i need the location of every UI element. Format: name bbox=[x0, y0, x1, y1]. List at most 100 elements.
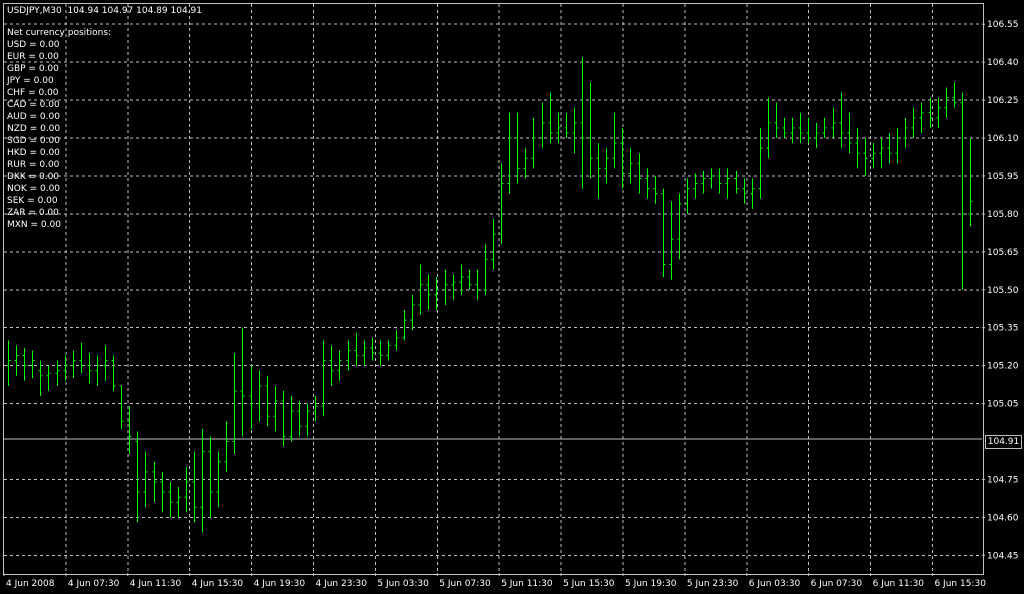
ohlc-bar bbox=[839, 92, 844, 149]
positions-title: Net currency positions: bbox=[7, 28, 112, 38]
y-tick-label: 106.40 bbox=[987, 58, 1019, 68]
y-tick-label: 106.25 bbox=[987, 96, 1019, 106]
x-tick-label: 4 Jun 15:30 bbox=[192, 579, 244, 589]
ohlc-bar bbox=[540, 102, 545, 149]
x-tick-label: 4 Jun 2008 bbox=[6, 579, 55, 589]
position-rur: RUR = 0.00 bbox=[7, 160, 60, 170]
ohlc-bar bbox=[661, 188, 666, 278]
ohlc-bar bbox=[313, 395, 318, 422]
position-cad: CAD = 0.00 bbox=[7, 100, 60, 110]
ohlc-bar bbox=[30, 350, 35, 379]
ohlc-bar bbox=[831, 107, 836, 139]
ohlc-bar bbox=[79, 342, 84, 374]
ohlc-bar bbox=[863, 138, 868, 176]
ohlc-bar bbox=[523, 148, 528, 179]
ohlc-bar bbox=[790, 117, 795, 144]
y-tick-label: 105.35 bbox=[987, 324, 1019, 334]
ohlc-bar bbox=[434, 277, 439, 310]
ohlc-bar bbox=[952, 82, 957, 108]
ohlc-bar bbox=[192, 451, 197, 523]
y-tick-label: 106.55 bbox=[987, 20, 1019, 30]
ohlc-bar bbox=[289, 395, 294, 442]
ohlc-bar bbox=[176, 487, 181, 518]
ohlc-bar bbox=[321, 340, 326, 417]
ohlc-bar bbox=[55, 360, 60, 386]
ohlc-bars bbox=[6, 57, 973, 533]
ohlc-bar bbox=[362, 340, 367, 366]
ohlc-bar bbox=[257, 370, 262, 422]
ohlc-bar bbox=[426, 274, 431, 310]
x-tick-label: 6 Jun 03:30 bbox=[749, 579, 801, 589]
ohlc-bar bbox=[847, 112, 852, 154]
ohlc-bar bbox=[798, 112, 803, 144]
ohlc-bar bbox=[758, 127, 763, 199]
ohlc-bar bbox=[693, 173, 698, 199]
x-tick-label: 5 Jun 15:30 bbox=[563, 579, 615, 589]
current-price-tag: 104.91 bbox=[985, 435, 1022, 449]
ohlc-bar bbox=[960, 92, 965, 290]
ohlc-bar bbox=[531, 117, 536, 169]
ohlc-bar bbox=[103, 345, 108, 381]
ohlc-bar bbox=[467, 269, 472, 290]
ohlc-bar bbox=[564, 112, 569, 139]
position-nzd: NZD = 0.00 bbox=[7, 124, 61, 134]
ohlc-bar bbox=[216, 451, 221, 508]
y-tick-label: 106.10 bbox=[987, 134, 1019, 144]
ohlc-bar bbox=[491, 218, 496, 270]
ohlc-bar bbox=[855, 127, 860, 169]
y-tick-label: 105.50 bbox=[987, 286, 1019, 296]
ohlc-bar bbox=[887, 132, 892, 164]
ohlc-bar bbox=[160, 471, 165, 513]
ohlc-bar bbox=[265, 375, 270, 427]
ohlc-bar bbox=[919, 102, 924, 133]
position-aud: AUD = 0.00 bbox=[7, 112, 60, 122]
ohlc-bar bbox=[297, 401, 302, 437]
ohlc-bar bbox=[871, 143, 876, 169]
ohlc-bar bbox=[944, 87, 949, 118]
x-tick-label: 6 Jun 15:30 bbox=[934, 579, 986, 589]
ohlc-bar bbox=[22, 347, 27, 381]
ohlc-bar bbox=[604, 148, 609, 184]
ohlc-bar bbox=[135, 431, 140, 523]
ohlc-bar bbox=[499, 163, 504, 245]
position-sgd: SGD = 0.00 bbox=[7, 136, 60, 146]
ohlc-bar bbox=[677, 193, 682, 260]
position-hkd: HKD = 0.00 bbox=[7, 148, 60, 158]
ohlc-bar bbox=[903, 117, 908, 149]
price-chart[interactable]: 106.55 106.40 106.25 106.10 105.95 105.80 105.… bbox=[0, 0, 1024, 594]
ohlc-bar bbox=[895, 127, 900, 164]
chart-window[interactable]: 106.55 106.40 106.25 106.10 105.95 105.80 105.… bbox=[0, 0, 1024, 594]
x-tick-label: 5 Jun 23:30 bbox=[687, 579, 739, 589]
ohlc-bar bbox=[394, 330, 399, 351]
symbol-label: USDJPY,M30 bbox=[7, 6, 62, 16]
ohlc-bar bbox=[71, 350, 76, 379]
ohlc-bar bbox=[936, 97, 941, 128]
ohlc-bar bbox=[168, 481, 173, 518]
ohlc-bar bbox=[451, 274, 456, 300]
x-tick-label: 6 Jun 07:30 bbox=[811, 579, 863, 589]
position-mxn: MXN = 0.00 bbox=[7, 220, 61, 230]
ohlc-bar bbox=[515, 112, 520, 184]
ohlc-bar bbox=[725, 168, 730, 199]
time-axis[interactable]: 4 Jun 2008 4 Jun 07:30 4 Jun 11:30 4 Jun 15… bbox=[3, 573, 986, 589]
ohlc-bar bbox=[249, 365, 254, 429]
ohlc-bar bbox=[240, 327, 245, 437]
y-tick-label: 105.05 bbox=[987, 400, 1019, 410]
y-tick-label: 105.20 bbox=[987, 362, 1019, 372]
ohlc-bar bbox=[281, 390, 286, 447]
ohlc-bar bbox=[620, 127, 625, 189]
ohlc-bar bbox=[750, 178, 755, 209]
ohlc-bar bbox=[806, 117, 811, 144]
y-tick-label: 104.60 bbox=[987, 513, 1019, 523]
y-tick-label: 105.80 bbox=[987, 210, 1019, 220]
price-axis[interactable]: 106.55 106.40 106.25 106.10 105.95 105.80 105.… bbox=[982, 20, 1019, 561]
ohlc-bar bbox=[184, 466, 189, 513]
ohlc-bar bbox=[766, 97, 771, 159]
ohlc-bar bbox=[224, 421, 229, 472]
ohlc-bar bbox=[774, 102, 779, 139]
ohlc-bar bbox=[6, 340, 11, 386]
position-gbp: GBP = 0.00 bbox=[7, 64, 59, 74]
position-eur: EUR = 0.00 bbox=[7, 52, 59, 62]
y-tick-label: 105.65 bbox=[987, 248, 1019, 258]
x-tick-label: 5 Jun 07:30 bbox=[439, 579, 491, 589]
